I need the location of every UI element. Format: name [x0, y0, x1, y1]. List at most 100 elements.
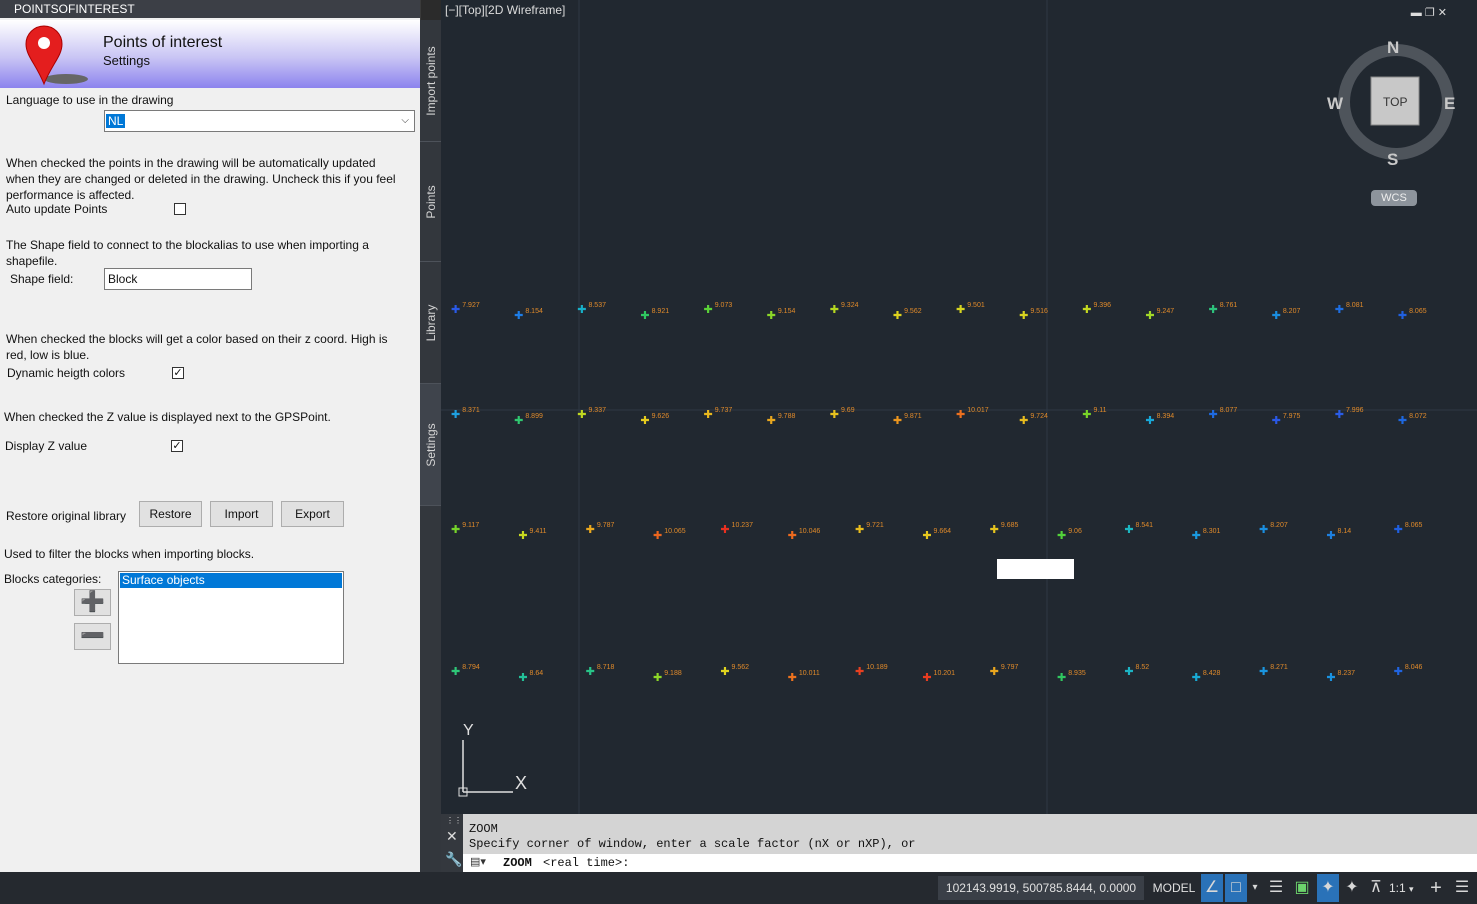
command-line[interactable]: ⋮⋮ ✕ 🔧 ZOOM Specify corner of window, en… [441, 814, 1477, 872]
compass-south[interactable]: S [1387, 150, 1398, 170]
auto-update-checkbox[interactable] [174, 203, 186, 215]
snap-dropdown-icon[interactable]: ▾ [1249, 874, 1261, 902]
survey-point[interactable]: ✚ 8.301 [1192, 526, 1221, 544]
category-item[interactable]: Surface objects [120, 573, 342, 588]
language-select[interactable]: NL ⌵ [104, 110, 415, 132]
survey-point[interactable]: ✚ 9.396 [1082, 300, 1111, 318]
model-space-button[interactable]: MODEL [1150, 876, 1198, 900]
survey-point[interactable]: ✚ 9.626 [640, 411, 669, 429]
survey-point[interactable]: ✚ 8.428 [1192, 668, 1221, 686]
customize-wrench-icon[interactable]: 🔧 [445, 851, 462, 868]
survey-point[interactable]: ✚ 9.737 [704, 405, 733, 423]
survey-point[interactable]: ✚ 9.871 [893, 411, 922, 429]
layer-icon[interactable]: ▣ [1291, 874, 1313, 902]
survey-point[interactable]: ✚ 9.154 [767, 306, 796, 324]
survey-point[interactable]: ✚ 10.237 [720, 520, 753, 538]
survey-point[interactable]: ✚ 8.52 [1124, 662, 1149, 680]
survey-point[interactable]: ✚ 8.072 [1398, 411, 1427, 429]
survey-point[interactable]: ✚ 9.787 [586, 520, 615, 538]
survey-point[interactable]: ✚ 7.975 [1272, 411, 1301, 429]
display-z-checkbox[interactable]: ✓ [171, 440, 183, 452]
survey-point[interactable]: ✚ 10.046 [788, 526, 821, 544]
survey-point[interactable]: ✚ 9.562 [893, 306, 922, 324]
survey-point[interactable]: ✚ 8.081 [1335, 300, 1364, 318]
survey-point[interactable]: ✚ 8.065 [1398, 306, 1427, 324]
command-prompt-icon[interactable]: ▤▾ [470, 855, 486, 868]
survey-point[interactable]: ✚ 9.324 [830, 300, 859, 318]
survey-point[interactable]: ✚ 10.011 [788, 668, 820, 686]
command-input[interactable]: ▤▾ ZOOM <real time>: [463, 854, 1477, 872]
compass-north[interactable]: N [1387, 38, 1399, 58]
survey-point[interactable]: ✚ 9.788 [767, 411, 796, 429]
survey-point[interactable]: ✚ 9.501 [956, 300, 985, 318]
survey-point[interactable]: ✚ 10.189 [855, 662, 888, 680]
compass-east[interactable]: E [1444, 94, 1455, 114]
tab-library[interactable]: Library [420, 262, 441, 384]
survey-point[interactable]: ✚ 9.247 [1145, 306, 1174, 324]
import-button[interactable]: Import [210, 501, 273, 527]
survey-point[interactable]: ✚ 8.046 [1394, 662, 1423, 680]
survey-point[interactable]: ✚ 8.237 [1326, 668, 1355, 686]
survey-point[interactable]: ✚ 8.761 [1209, 300, 1238, 318]
remove-category-button[interactable]: ➖ [74, 623, 111, 650]
survey-point[interactable]: ✚ 8.921 [640, 306, 669, 324]
survey-point[interactable]: ✚ 8.371 [451, 405, 480, 423]
restore-button[interactable]: Restore [139, 501, 202, 527]
survey-point[interactable]: ✚ 9.411 [518, 526, 546, 544]
export-button[interactable]: Export [281, 501, 344, 527]
survey-point[interactable]: ✚ 9.11 [1082, 405, 1106, 423]
tab-settings[interactable]: Settings [420, 384, 441, 506]
survey-point[interactable]: ✚ 8.899 [514, 411, 543, 429]
survey-point[interactable]: ✚ 8.394 [1145, 411, 1174, 429]
survey-point[interactable]: ✚ 7.996 [1335, 405, 1364, 423]
auto-scale-icon[interactable]: ✦ [1341, 874, 1363, 902]
survey-point[interactable]: ✚ 9.073 [704, 300, 733, 318]
survey-point[interactable]: ✚ 8.271 [1259, 662, 1288, 680]
survey-point[interactable]: ✚ 9.06 [1057, 526, 1082, 544]
survey-point[interactable]: ✚ 8.207 [1272, 306, 1301, 324]
snap-icon[interactable]: □ [1225, 874, 1247, 902]
customization-menu-icon[interactable]: ☰ [1451, 874, 1473, 902]
tab-points[interactable]: Points [420, 142, 441, 262]
annotation-scale-icon[interactable]: ⊼ [1365, 874, 1387, 902]
survey-point[interactable]: ✚ 8.14 [1326, 526, 1351, 544]
survey-point[interactable]: ✚ 9.516 [1019, 306, 1048, 324]
compass-west[interactable]: W [1327, 94, 1343, 114]
survey-point[interactable]: ✚ 9.685 [990, 520, 1019, 538]
annotation-visibility-icon[interactable]: ✦ [1317, 874, 1339, 902]
shape-field-input[interactable]: Block [104, 268, 252, 290]
add-category-button[interactable]: ➕ [74, 589, 111, 616]
survey-point[interactable]: ✚ 8.207 [1259, 520, 1288, 538]
survey-point[interactable]: ✚ 8.537 [577, 300, 606, 318]
survey-point[interactable]: ✚ 10.201 [922, 668, 955, 686]
scale-selector[interactable]: 1:1 ▾ [1389, 876, 1421, 900]
survey-point[interactable]: ✚ 9.69 [830, 405, 855, 423]
survey-point[interactable]: ✚ 8.154 [514, 306, 543, 324]
wcs-menu[interactable]: WCS [1371, 190, 1417, 206]
survey-point[interactable]: ✚ 8.935 [1057, 668, 1086, 686]
survey-point[interactable]: ✚ 8.077 [1209, 405, 1238, 423]
survey-point[interactable]: ✚ 8.065 [1394, 520, 1423, 538]
survey-point[interactable]: ✚ 9.721 [855, 520, 884, 538]
grip-icon[interactable]: ⋮⋮ [446, 816, 462, 825]
tab-import-points[interactable]: Import points [420, 20, 441, 142]
survey-point[interactable]: ✚ 10.065 [653, 526, 686, 544]
survey-point[interactable]: ✚ 9.117 [451, 520, 479, 538]
survey-point[interactable]: ✚ 9.562 [720, 662, 749, 680]
dynamic-colors-checkbox[interactable]: ✓ [172, 367, 184, 379]
categories-list[interactable]: Surface objects [118, 571, 344, 664]
add-workspace-icon[interactable]: + [1425, 874, 1447, 902]
survey-point[interactable]: ✚ 9.797 [990, 662, 1019, 680]
viewcube-top-face[interactable]: TOP [1383, 95, 1407, 109]
drawing-viewport[interactable]: [−][Top][2D Wireframe] ▬ ❐ ✕ ✚ 7.927 ✚ 8.15… [441, 0, 1477, 814]
command-line-grip[interactable]: ⋮⋮ ✕ 🔧 [441, 814, 463, 872]
survey-point[interactable]: ✚ 9.188 [653, 668, 682, 686]
survey-point[interactable]: ✚ 8.64 [518, 668, 543, 686]
survey-point[interactable]: ✚ 9.337 [577, 405, 606, 423]
survey-point[interactable]: ✚ 10.017 [956, 405, 989, 423]
lineweight-icon[interactable]: ☰ [1265, 874, 1287, 902]
coordinates-readout[interactable]: 102143.9919, 500785.8444, 0.0000 [938, 876, 1144, 900]
survey-point[interactable]: ✚ 9.664 [922, 526, 951, 544]
grid-icon[interactable]: ∠ [1201, 874, 1223, 902]
survey-point[interactable]: ✚ 9.724 [1019, 411, 1048, 429]
